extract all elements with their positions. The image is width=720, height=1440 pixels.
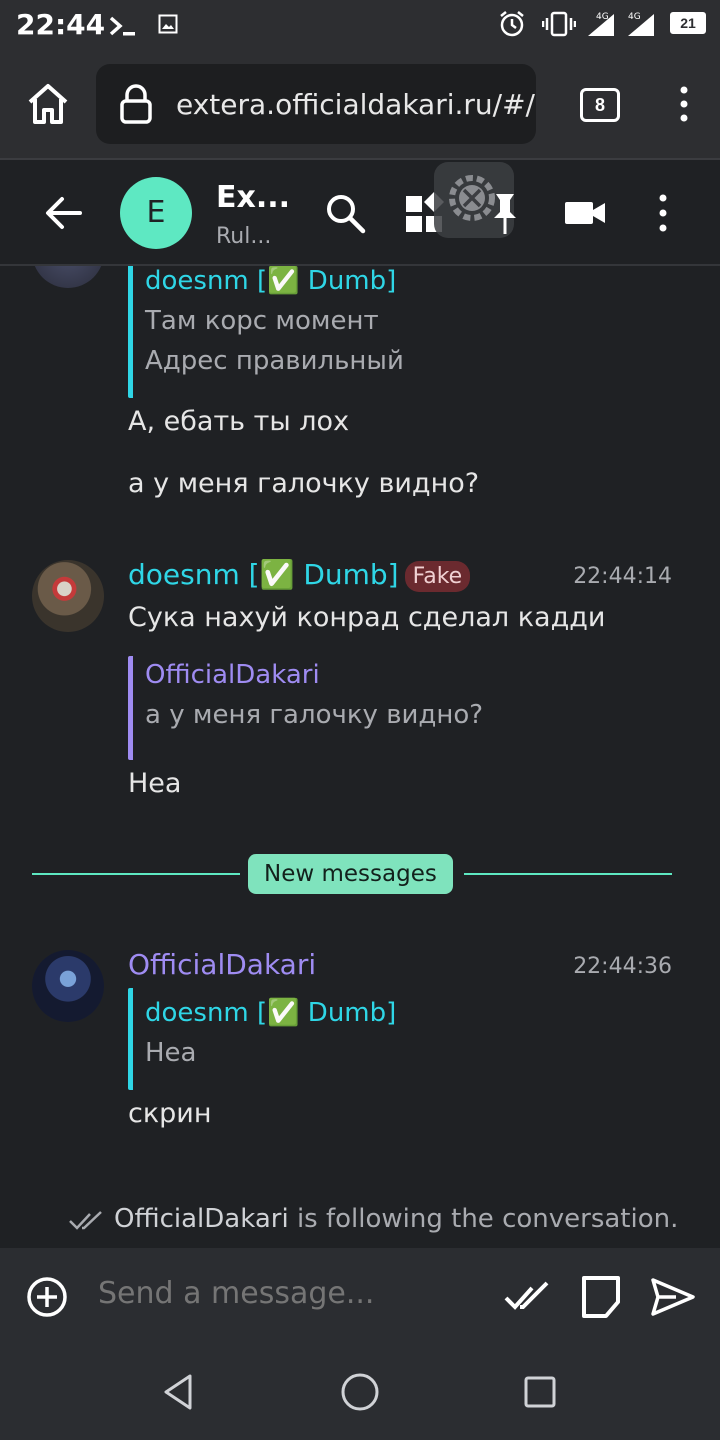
- lock-icon: [120, 84, 152, 124]
- signal-icon: 4G: [588, 12, 614, 36]
- quote-sender: doesnm [✅ Dumb]: [145, 998, 397, 1028]
- new-messages-divider: New messages: [248, 854, 453, 894]
- vibrate-icon: [542, 11, 576, 37]
- quote-text: Там корс момент: [145, 306, 379, 336]
- message-text: Неа: [128, 768, 182, 799]
- system-nav-bar: [0, 1344, 720, 1440]
- url-bar[interactable]: extera.officialdakari.ru/#/ho: [96, 64, 536, 144]
- reply-quote[interactable]: doesnm [✅ Dumb] Неа: [128, 988, 396, 1090]
- quote-text: Неа: [145, 1038, 197, 1068]
- message-sender[interactable]: doesnm [✅ Dumb] Fake: [128, 558, 471, 592]
- read-receipt: OfficialDakari is following the conversa…: [68, 1204, 678, 1234]
- room-header: E Ex... Rul...: [0, 160, 720, 266]
- fake-badge: Fake: [404, 560, 471, 592]
- message-timestamp: 22:44:14: [573, 564, 672, 589]
- mark-read-icon[interactable]: [504, 1274, 550, 1320]
- quote-text: Адрес правильный: [145, 346, 404, 376]
- add-icon[interactable]: [26, 1276, 68, 1318]
- nav-back-icon[interactable]: [154, 1368, 202, 1416]
- quote-sender: OfficialDakari: [145, 660, 320, 690]
- url-text: extera.officialdakari.ru/#/ho: [176, 88, 536, 121]
- quote-sender: doesnm [✅ Dumb]: [145, 266, 397, 296]
- sender-name: doesnm [✅ Dumb]: [128, 558, 399, 591]
- room-menu-icon[interactable]: [640, 190, 686, 236]
- status-time: 22:44: [16, 8, 106, 41]
- message-text: Сука нахуй конрад сделал кадди: [128, 602, 606, 633]
- video-call-icon[interactable]: [562, 190, 608, 236]
- message-composer: [0, 1248, 720, 1344]
- message-timeline[interactable]: doesnm [✅ Dumb] Там корс момент Адрес пр…: [0, 266, 720, 1248]
- message-input[interactable]: [98, 1276, 478, 1311]
- nav-home-icon[interactable]: [336, 1368, 384, 1416]
- image-icon: [158, 14, 178, 34]
- reply-quote[interactable]: OfficialDakari а у меня галочку видно?: [128, 656, 483, 760]
- room-title[interactable]: Ex...: [216, 180, 290, 215]
- send-icon[interactable]: [650, 1274, 696, 1320]
- message-text: а у меня галочку видно?: [128, 468, 480, 499]
- alarm-icon: [500, 11, 524, 37]
- read-receipt-text: is following the conversation.: [288, 1204, 679, 1234]
- message-text: А, ебать ты лох: [128, 406, 350, 437]
- sticker-icon[interactable]: [578, 1274, 624, 1320]
- browser-toolbar: extera.officialdakari.ru/#/ho 8: [0, 50, 720, 160]
- battery-icon: 21: [670, 12, 706, 34]
- status-bar: 22:44 4G 4G 21: [0, 0, 720, 50]
- divider-line: [464, 873, 672, 875]
- svg-text:4G: 4G: [628, 12, 641, 22]
- reply-quote[interactable]: doesnm [✅ Dumb] Там корс момент Адрес пр…: [128, 266, 404, 398]
- kebab-icon[interactable]: [666, 84, 702, 124]
- quote-text: а у меня галочку видно?: [145, 700, 484, 730]
- nav-recents-icon[interactable]: [516, 1368, 564, 1416]
- pin-icon[interactable]: [482, 190, 528, 236]
- signal-icon-2: 4G: [628, 12, 654, 36]
- tab-switcher-button[interactable]: 8: [580, 88, 620, 122]
- home-icon[interactable]: [24, 80, 72, 128]
- avatar[interactable]: [32, 560, 104, 632]
- message-sender[interactable]: OfficialDakari: [128, 948, 316, 981]
- avatar[interactable]: [32, 266, 104, 288]
- message-text: скрин: [128, 1098, 212, 1129]
- room-avatar[interactable]: E: [120, 177, 192, 249]
- message-timestamp: 22:44:36: [573, 954, 672, 979]
- search-icon[interactable]: [322, 190, 368, 236]
- read-icon: [69, 1210, 102, 1230]
- terminal-icon: [109, 16, 135, 36]
- back-arrow-icon[interactable]: [44, 193, 84, 233]
- room-subtitle: Rul...: [216, 224, 272, 249]
- divider-line: [32, 873, 240, 875]
- avatar[interactable]: [32, 950, 104, 1022]
- read-receipt-user: OfficialDakari: [114, 1204, 289, 1234]
